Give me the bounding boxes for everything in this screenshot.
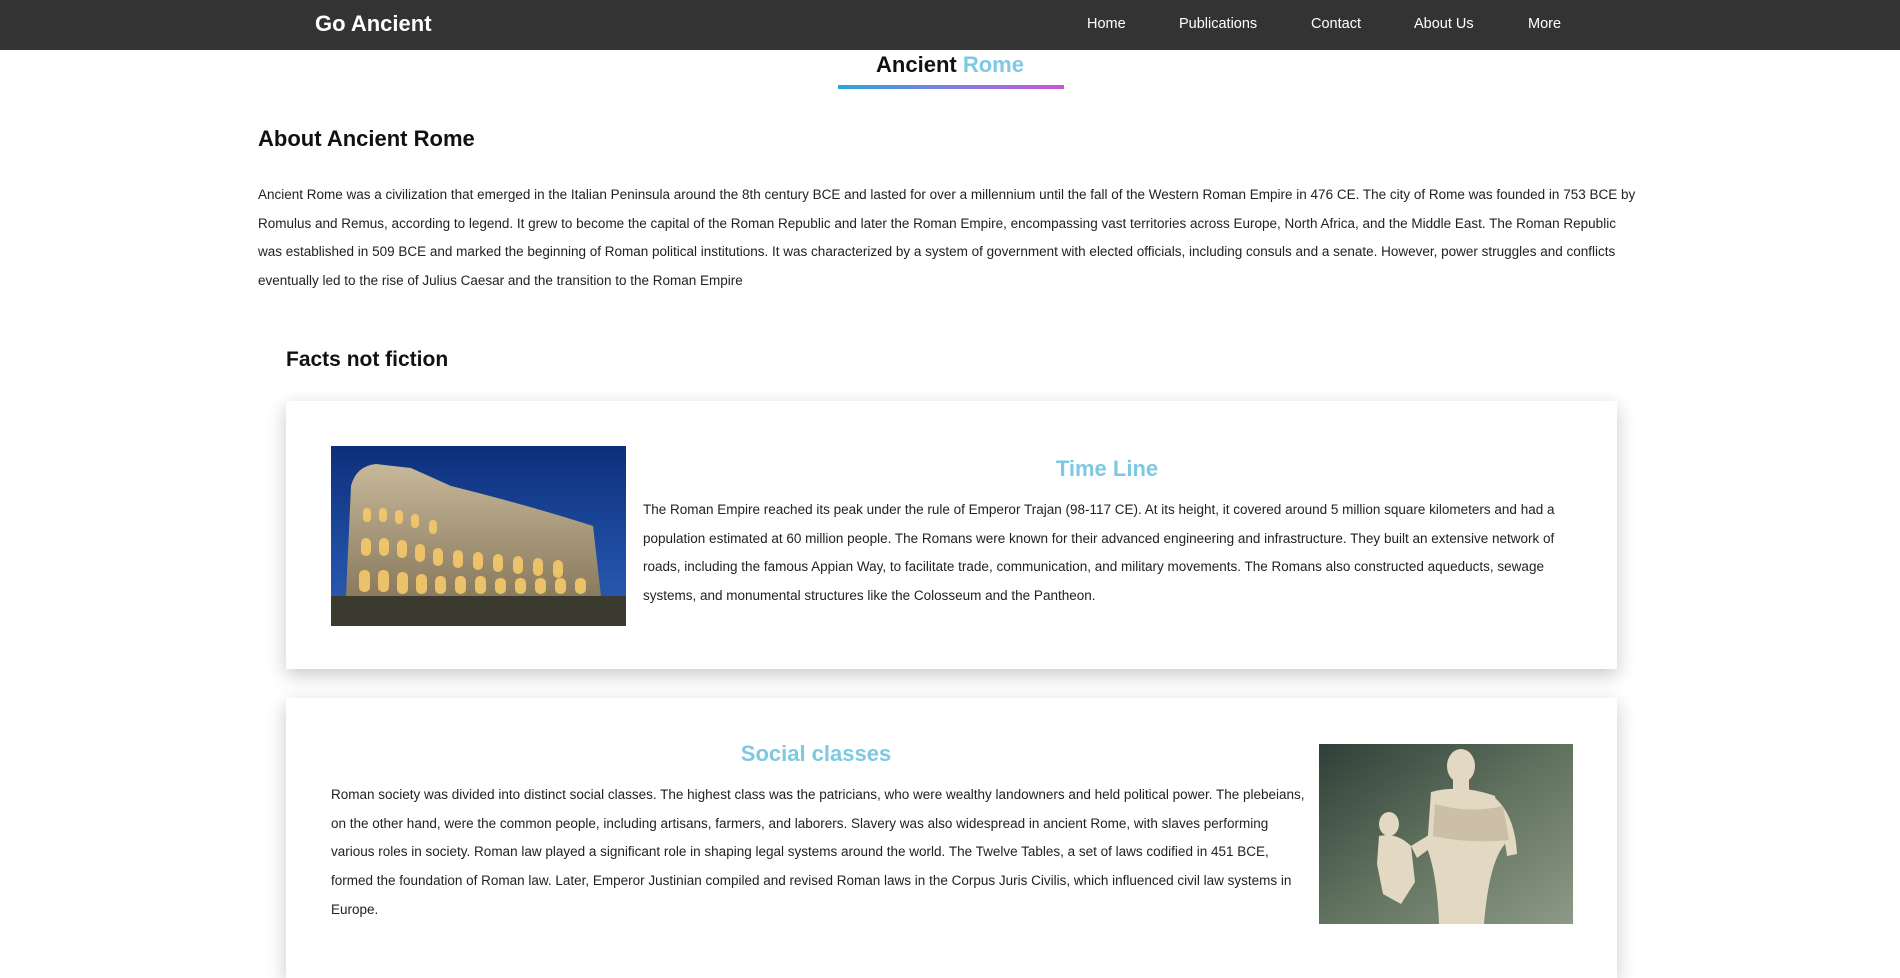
card-text-social-classes: Roman society was divided into distinct … [331,787,1305,917]
navbar: Go Ancient Home Publications Contact Abo… [0,0,1900,50]
nav-links: Home Publications Contact About Us More [0,16,1900,36]
statue-image [1319,744,1573,924]
card-title-timeline: Time Line [1055,456,1159,481]
colosseum-image [331,446,626,626]
card-title-social-classes: Social classes [740,741,892,766]
nav-link-publications[interactable]: Publications [1179,16,1257,32]
facts-heading: Facts not fiction [286,348,449,371]
fact-card-social-classes: Social classes Roman society was divided… [286,698,1617,978]
page-title-main: Ancient [876,52,957,77]
title-underline [838,85,1064,89]
fact-card-timeline: Time Line The Roman Empire reached its p… [286,401,1617,669]
nav-link-home[interactable]: Home [1087,16,1126,32]
nav-link-about-us[interactable]: About Us [1414,16,1474,32]
about-text: Ancient Rome was a civilization that eme… [258,187,1636,289]
page-title: Ancient Rome [0,52,1900,78]
nav-link-more[interactable]: More [1528,16,1561,32]
page-title-accent: Rome [962,52,1024,77]
about-heading: About Ancient Rome [258,126,475,151]
card-text-timeline: The Roman Empire reached its peak under … [643,502,1555,604]
nav-link-contact[interactable]: Contact [1311,16,1361,32]
